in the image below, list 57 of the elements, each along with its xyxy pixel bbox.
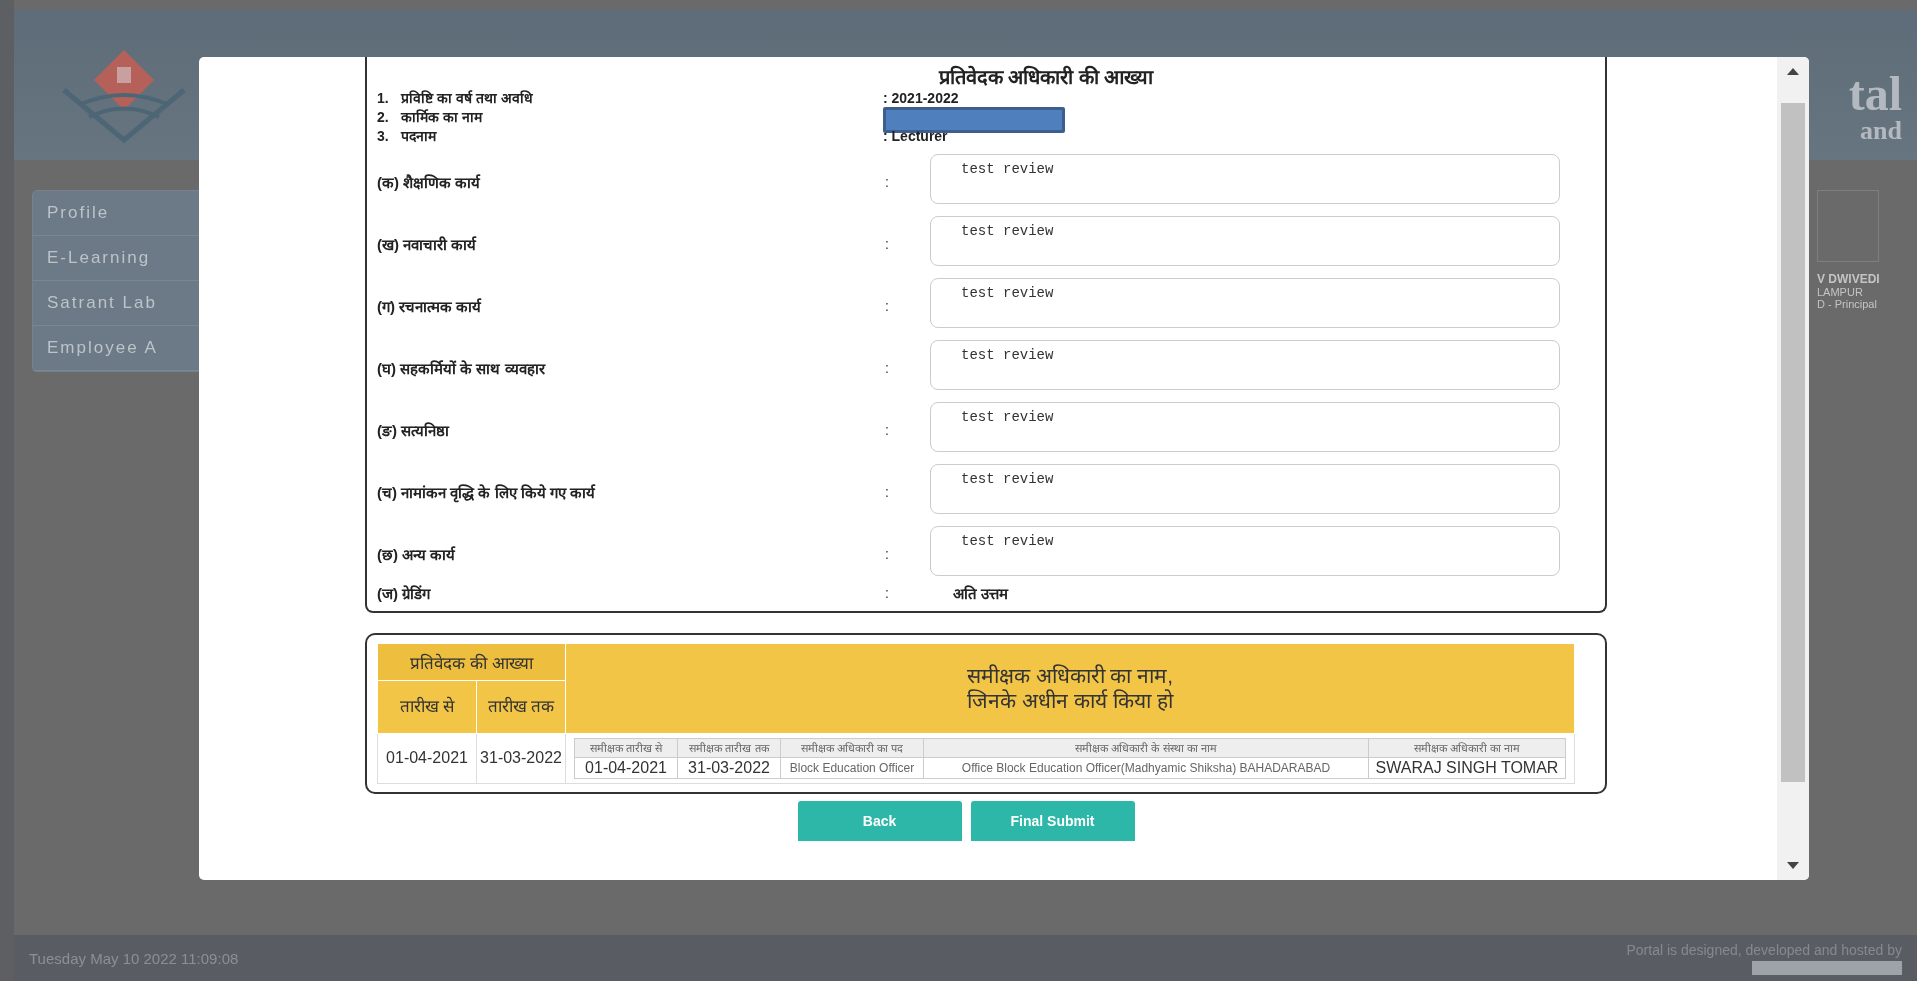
field-label: (ख) नवाचारी कार्य: [377, 235, 478, 254]
field-label: (ग) रचनात्मक कार्य: [377, 297, 483, 316]
scroll-up-arrow-icon[interactable]: [1787, 67, 1799, 75]
column-header: समीक्षक अधिकारी के संस्था का नाम: [923, 738, 1369, 758]
item-number: 2.: [377, 108, 390, 125]
portal-subtitle: and: [1860, 118, 1902, 144]
column-header: तारीख से: [377, 680, 477, 734]
table-cell: 31-03-2022: [476, 733, 566, 784]
field-label: (ङ) सत्यनिष्ठा: [377, 421, 451, 440]
colon-text: :: [885, 173, 890, 190]
item-number: 1.: [377, 89, 390, 106]
colon-text: :: [885, 545, 890, 562]
review-field[interactable]: test review: [930, 526, 1560, 576]
grading-value: अति उत्तम: [953, 584, 1010, 603]
column-header: समीक्षक अधिकारी का नाम: [1368, 738, 1566, 758]
item-number: 3.: [377, 127, 390, 144]
table-cell: 01-04-2021: [574, 757, 678, 779]
column-header: समीक्षक अधिकारी का पद: [780, 738, 924, 758]
scroll-down-arrow-icon[interactable]: [1787, 862, 1799, 870]
logo-icon: [1752, 960, 1902, 975]
colon-text: :: [885, 235, 890, 252]
review-field[interactable]: test review: [930, 216, 1560, 266]
column-header: तारीख तक: [476, 680, 566, 734]
colon-text: :: [885, 483, 890, 500]
info-label: प्रविष्टि का वर्ष तथा अवधि: [401, 89, 534, 107]
field-label: (च) नामांकन वृद्धि के लिए किये गए कार्य: [377, 483, 597, 502]
grading-label: (ज) ग्रेडिंग: [377, 584, 432, 603]
colon-text: :: [885, 359, 890, 376]
column-header: समीक्षक तारीख से: [574, 738, 678, 758]
review-field[interactable]: test review: [930, 402, 1560, 452]
field-label: (घ) सहकर्मियों के साथ व्यवहार: [377, 359, 547, 378]
table-cell: Office Block Education Officer(Madhyamic Shiksha) BAHADARABAD: [923, 757, 1369, 779]
review-field[interactable]: test review: [930, 340, 1560, 390]
table-cell: SWARAJ SINGH TOMAR: [1368, 757, 1566, 779]
table-cell: Block Education Officer: [780, 757, 924, 779]
portal-title: tal: [1848, 70, 1902, 118]
table-cell: 01-04-2021: [377, 733, 477, 784]
column-header: समीक्षक अधिकारी का नाम, जिनके अधीन कार्य किया हो: [565, 643, 1575, 734]
colon-text: :: [885, 297, 890, 314]
form-title: प्रतिवेदक अधिकारी की आख्या: [937, 64, 1155, 90]
review-field[interactable]: test review: [930, 464, 1560, 514]
info-value: : 2021-2022: [883, 89, 959, 106]
review-field[interactable]: test review: [930, 278, 1560, 328]
user-info-text: LAMPUR: [1817, 286, 1864, 298]
column-header: प्रतिवेदक की आख्या: [377, 643, 566, 681]
info-label: पदनाम: [401, 127, 438, 145]
colon-text: :: [885, 421, 890, 438]
info-label: कार्मिक का नाम: [401, 108, 484, 126]
field-label: (क) शैक्षणिक कार्य: [377, 173, 482, 192]
scrollbar-thumb[interactable]: [1781, 103, 1805, 782]
colon-text: :: [885, 585, 890, 601]
column-header: समीक्षक तारीख तक: [677, 738, 781, 758]
review-field[interactable]: test review: [930, 154, 1560, 204]
field-label: (छ) अन्य कार्य: [377, 545, 457, 564]
user-info-text: V DWIVEDI: [1817, 272, 1881, 286]
table-cell: 31-03-2022: [677, 757, 781, 779]
user-info-text: D - Principal: [1817, 298, 1878, 310]
